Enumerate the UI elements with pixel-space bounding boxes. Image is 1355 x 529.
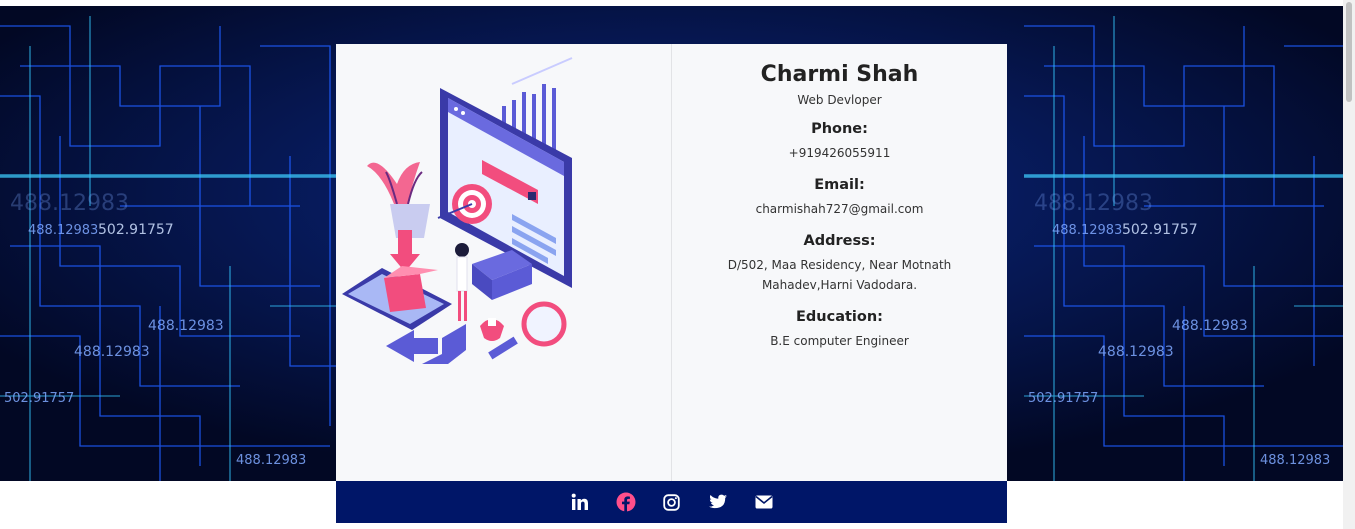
address-value: D/502, Maa Residency, Near Motnath Mahad…	[727, 258, 952, 292]
twitter-link[interactable]	[707, 491, 729, 513]
phone-label: Phone:	[811, 121, 868, 137]
twitter-icon	[708, 494, 727, 509]
bg-number: 502.91757	[1028, 391, 1098, 406]
profile-name: Charmi Shah	[760, 62, 919, 87]
bg-number: 488.12983	[1260, 453, 1330, 468]
bg-number: 488.12983	[28, 223, 98, 238]
profile-card: Charmi Shah Web Devloper Phone: +9194260…	[336, 44, 1007, 481]
bg-number: 488.12983	[1172, 318, 1248, 334]
email-link[interactable]	[753, 491, 775, 513]
instagram-link[interactable]	[661, 491, 683, 513]
facebook-link[interactable]	[615, 491, 637, 513]
bg-number: 502.91757	[1122, 222, 1198, 238]
linkedin-icon	[571, 493, 588, 510]
education-value: B.E computer Engineer	[770, 334, 909, 348]
bg-number: 488.12983	[1098, 344, 1174, 360]
bg-number: 488.12983	[10, 191, 129, 216]
linkedin-link[interactable]	[569, 491, 591, 513]
email-label: Email:	[814, 177, 865, 193]
profile-details: Charmi Shah Web Devloper Phone: +9194260…	[672, 44, 1007, 481]
bg-number: 488.12983	[236, 453, 306, 468]
bg-number: 488.12983	[1052, 223, 1122, 238]
phone-value: +919426055911	[788, 146, 891, 160]
scrollbar-thumb[interactable]	[1346, 2, 1352, 102]
illustration-panel	[336, 44, 672, 481]
bg-number: 502.91757	[98, 222, 174, 238]
email-value: charmishah727@gmail.com	[755, 202, 924, 216]
bg-number: 488.12983	[148, 318, 224, 334]
bg-number: 502.91757	[4, 391, 74, 406]
address-label: Address:	[803, 233, 876, 249]
web-developer-illustration	[342, 57, 573, 364]
profile-role: Web Devloper	[797, 93, 882, 107]
envelope-icon	[754, 495, 773, 509]
bg-number: 488.12983	[74, 344, 150, 360]
facebook-icon	[616, 492, 635, 512]
education-label: Education:	[796, 309, 883, 325]
page-scrollbar[interactable]	[1343, 0, 1355, 529]
instagram-icon	[663, 493, 680, 511]
bg-number: 488.12983	[1034, 191, 1153, 216]
social-footer	[336, 481, 1007, 523]
